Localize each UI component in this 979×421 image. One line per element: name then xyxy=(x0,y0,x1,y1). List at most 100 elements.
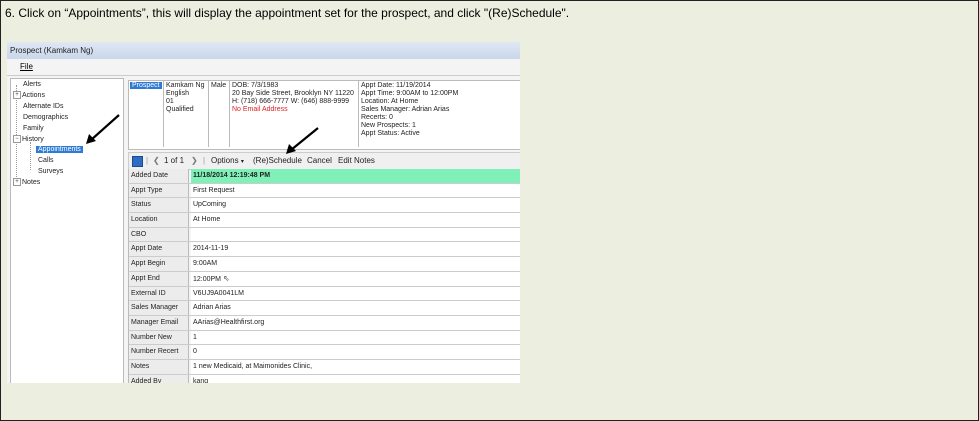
prospect-language: English xyxy=(166,90,189,97)
tree-item-surveys[interactable]: Surveys xyxy=(38,167,63,177)
no-email-warning: No Email Address xyxy=(232,106,288,113)
pager-label: 1 of 1 xyxy=(164,156,185,165)
instruction-text: 6. Click on “Appointments”, this will di… xyxy=(5,6,570,20)
edit-notes-button[interactable]: Edit Notes xyxy=(338,153,375,169)
detail-label: Appt End xyxy=(129,271,189,286)
tree-label-selected: Appointments xyxy=(36,146,83,153)
detail-row: Location At Home xyxy=(129,213,520,228)
detail-row: Added Date 11/18/2014 12:19:48 PM xyxy=(129,169,520,184)
detail-label: Added Date xyxy=(129,169,189,183)
detail-row: Status UpComing xyxy=(129,198,520,214)
tree-item-calls[interactable]: Calls xyxy=(38,156,54,166)
detail-row: Notes 1 new Medicaid, at Maimonides Clini… xyxy=(129,359,520,375)
detail-value[interactable]: Adrian Arias xyxy=(191,301,520,315)
detail-value-text: 12:00PM xyxy=(193,275,222,283)
detail-label: Appt Begin xyxy=(129,257,189,271)
next-icon[interactable]: ❯ xyxy=(191,153,198,169)
detail-row: CBO xyxy=(129,227,520,243)
tree-item-family[interactable]: Family xyxy=(23,124,44,134)
detail-row: Sales Manager Adrian Arias xyxy=(129,301,520,316)
tree-line xyxy=(30,142,31,170)
grid-icon[interactable] xyxy=(132,156,143,167)
detail-label: Appt Type xyxy=(129,183,189,198)
prospect-summary: Prospect Kamkam Ng English 01 Qualified … xyxy=(128,80,520,150)
tree-item-notes[interactable]: + Notes xyxy=(13,178,40,188)
tree-item-alerts[interactable]: Alerts xyxy=(23,80,41,90)
detail-value[interactable]: 11/18/2014 12:19:48 PM xyxy=(191,169,520,183)
prospect-address: 20 Bay Side Street, Brooklyn NY 11220 xyxy=(232,90,354,97)
appt-summary-recerts: Recerts: 0 xyxy=(361,114,393,121)
detail-value[interactable]: 9:00AM xyxy=(191,257,520,271)
appt-summary-new: New Prospects: 1 xyxy=(361,122,416,129)
prospect-contact-col: DOB: 7/3/1983 20 Bay Side Street, Brookl… xyxy=(232,82,354,114)
detail-label: Number New xyxy=(129,330,189,345)
detail-label: Status xyxy=(129,198,189,213)
detail-row: External ID V6UJ9A0041LM xyxy=(129,286,520,302)
prospect-tag[interactable]: Prospect xyxy=(130,82,162,89)
detail-row: Number New 1 xyxy=(129,330,520,346)
detail-row: Added By kang xyxy=(129,374,520,383)
divider xyxy=(208,81,209,147)
tree-item-appointments[interactable]: Appointments xyxy=(36,145,83,155)
options-menu[interactable]: Options ▾ xyxy=(211,153,244,170)
prospect-status: Qualified xyxy=(166,106,194,113)
tree-item-demographics[interactable]: Demographics xyxy=(23,113,68,123)
detail-value[interactable]: 1 new Medicaid, at Maimonides Clinic, xyxy=(191,359,520,374)
detail-label: Manager Email xyxy=(129,315,189,330)
options-label: Options xyxy=(211,156,239,165)
detail-row: Number Recert 0 xyxy=(129,345,520,360)
detail-value[interactable]: UpComing xyxy=(191,198,520,213)
instruction-panel: 6. Click on “Appointments”, this will di… xyxy=(0,0,979,421)
detail-label: CBO xyxy=(129,227,189,242)
detail-label: Sales Manager xyxy=(129,301,189,315)
detail-label: Appt Date xyxy=(129,242,189,257)
detail-label: Number Recert xyxy=(129,345,189,359)
detail-row: Appt Begin 9:00AM xyxy=(129,257,520,272)
expand-icon[interactable]: + xyxy=(13,91,21,100)
cursor-icon: ⇖ xyxy=(222,273,230,283)
appt-summary-date: Appt Date: 11/19/2014 xyxy=(361,82,431,89)
appointment-details-grid: Added Date 11/18/2014 12:19:48 PM Appt Ty… xyxy=(128,169,520,383)
detail-value[interactable]: 12:00PM ⇖ xyxy=(191,271,520,286)
tree-label: History xyxy=(22,136,44,143)
detail-value[interactable]: 1 xyxy=(191,330,520,345)
detail-label: Notes xyxy=(129,359,189,374)
detail-value[interactable] xyxy=(191,227,520,242)
appt-summary-manager: Sales Manager: Adrian Arias xyxy=(361,106,450,113)
tree-item-history[interactable]: − History xyxy=(13,135,44,145)
expand-icon[interactable]: + xyxy=(13,178,21,187)
detail-row: Appt Date 2014-11-19 xyxy=(129,242,520,258)
menu-file[interactable]: File xyxy=(7,62,33,71)
prev-icon[interactable]: ❮ xyxy=(153,153,160,169)
app-screenshot: Prospect (Kamkam Ng) File Alerts + Action… xyxy=(7,42,520,383)
tree-label: Notes xyxy=(22,179,41,186)
arrow-to-reschedule-icon xyxy=(286,127,319,154)
appt-summary-status: Appt Status: Active xyxy=(361,130,420,137)
prospect-name-col: Kamkam Ng English 01 Qualified xyxy=(166,82,205,114)
appt-summary-time: Appt Time: 9:00AM to 12:00PM xyxy=(361,90,459,97)
detail-value[interactable]: First Request xyxy=(191,183,520,198)
tree-label: Actions xyxy=(22,92,45,99)
appt-summary-location: Location: At Home xyxy=(361,98,419,105)
window-title: Prospect (Kamkam Ng) xyxy=(7,42,520,59)
detail-value[interactable]: V6UJ9A0041LM xyxy=(191,286,520,301)
detail-value[interactable]: 2014-11-19 xyxy=(191,242,520,257)
divider xyxy=(358,81,359,147)
divider xyxy=(229,81,230,147)
dropdown-arrow-icon: ▾ xyxy=(240,159,244,165)
arrow-to-appointments-icon xyxy=(86,114,120,144)
detail-value[interactable]: kang xyxy=(191,374,520,383)
detail-value[interactable]: 0 xyxy=(191,345,520,359)
collapse-icon[interactable]: − xyxy=(13,135,21,144)
appointment-toolbar: | ❮ 1 of 1 ❯ | Options ▾ (Re)Schedule Ca… xyxy=(128,152,520,170)
detail-row: Appt End 12:00PM ⇖ xyxy=(129,271,520,287)
divider xyxy=(163,81,164,147)
detail-value[interactable]: AArias@Healthfirst.org xyxy=(191,315,520,330)
prospect-gender: Male xyxy=(211,82,227,89)
tree-item-actions[interactable]: + Actions xyxy=(13,91,45,101)
prospect-code: 01 xyxy=(166,98,174,105)
toolbar-separator: | xyxy=(203,156,206,165)
detail-label: Added By xyxy=(129,374,189,383)
detail-value[interactable]: At Home xyxy=(191,213,520,227)
tree-item-alternate-ids[interactable]: Alternate IDs xyxy=(23,102,63,112)
